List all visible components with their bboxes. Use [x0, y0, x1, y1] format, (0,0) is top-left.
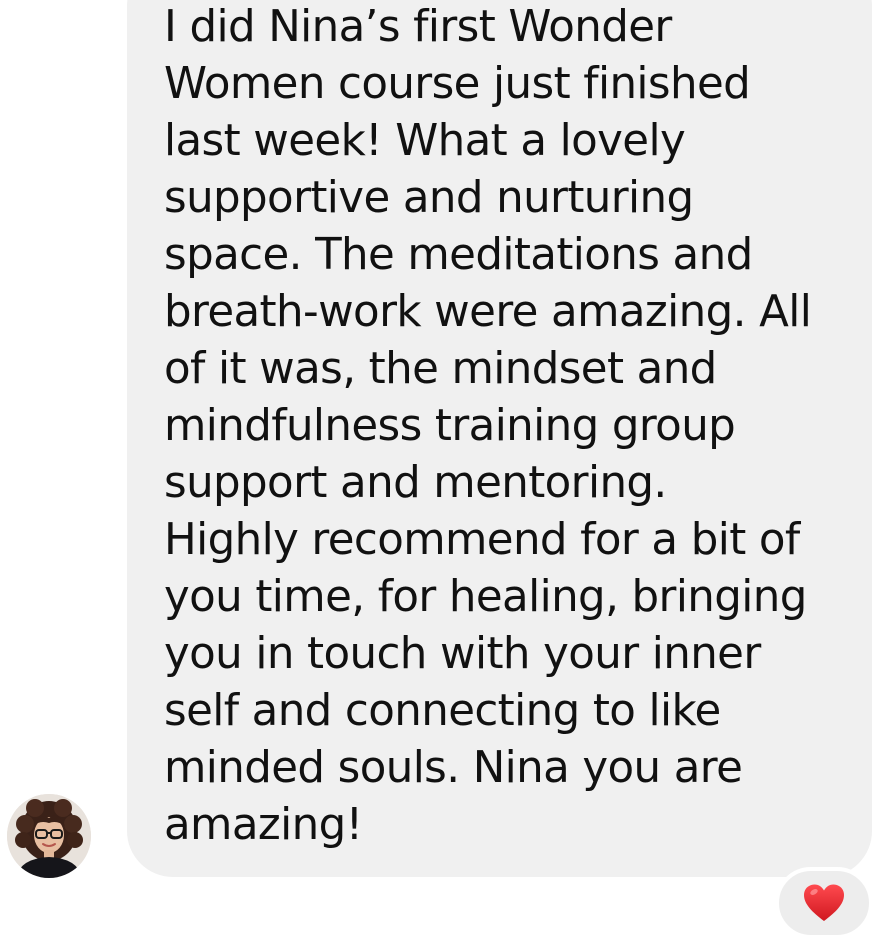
message-bubble[interactable]: I did Nina’s first Wonder Women course j… — [127, 0, 872, 877]
red-heart-icon — [804, 884, 844, 921]
message-text: I did Nina’s first Wonder Women course j… — [164, 2, 812, 850]
avatar[interactable] — [7, 794, 91, 878]
reaction-badge[interactable] — [775, 867, 873, 939]
profile-photo-icon — [7, 794, 91, 878]
message-row: I did Nina’s first Wonder Women course j… — [0, 0, 876, 951]
